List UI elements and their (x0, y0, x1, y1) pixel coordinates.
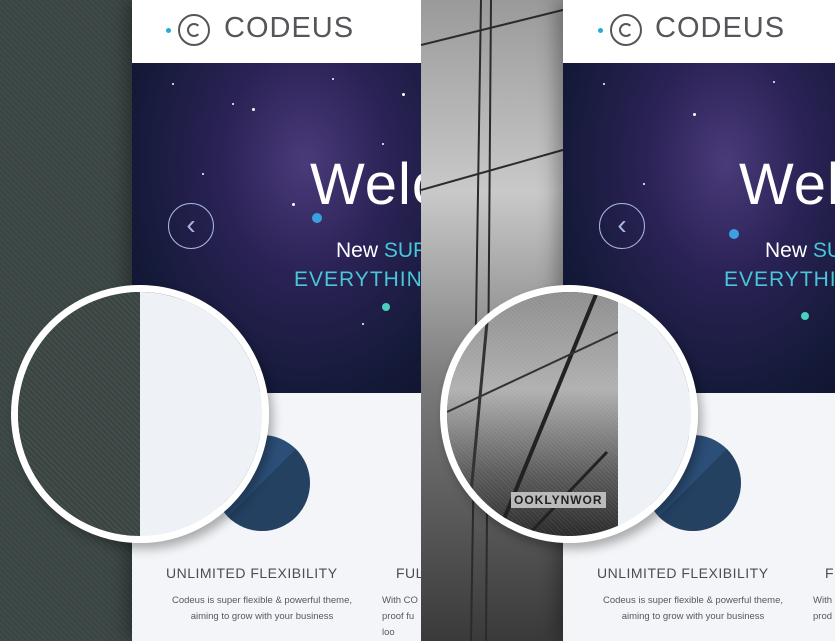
header-bar: CODEUS (563, 0, 835, 63)
hero-subtitle-highlight: SU (812, 239, 835, 262)
magnifier-lens-photo: OOKLYNWOR (440, 285, 698, 543)
slider-prev-arrow[interactable]: ‹ (168, 203, 214, 249)
star (332, 78, 334, 80)
star (362, 323, 364, 325)
hero-subtitle-highlight: SUPER (383, 239, 421, 262)
hero-subtitle-line2: EVERYTHING y (294, 268, 421, 291)
hero-subtitle-plain: New (765, 239, 813, 262)
star (382, 143, 384, 145)
feature-title-partial: FUL (396, 565, 421, 581)
feature-description: Codeus is super flexible & powerful them… (171, 595, 353, 622)
magnified-texture (18, 292, 140, 536)
hero-subtitle-line2: EVERYTHING (724, 268, 835, 291)
magnified-photo: OOKLYNWOR (447, 292, 618, 536)
magnified-page-background (140, 292, 262, 536)
star (252, 108, 255, 111)
hero-welcome-heading: Welc (310, 152, 421, 217)
star (773, 81, 775, 83)
star (402, 93, 405, 96)
star (292, 203, 295, 206)
hero-subtitle-line1: New SU (765, 239, 835, 263)
feature-title: UNLIMITED FLEXIBILITY (597, 565, 769, 581)
slider-prev-arrow[interactable]: ‹ (599, 203, 645, 249)
star (202, 173, 204, 175)
hero-subtitle-plain: New (336, 239, 384, 262)
logo-text: CODEUS (224, 12, 355, 44)
logo-dot (166, 28, 171, 33)
decorative-dot (801, 312, 809, 320)
logo-icon (178, 14, 210, 46)
feature-title: UNLIMITED FLEXIBILITY (166, 565, 338, 581)
magnified-page-background (617, 292, 691, 536)
magnifier-lens-texture (11, 285, 269, 543)
logo-text: CODEUS (655, 12, 786, 44)
sign-text: OOKLYNWOR (511, 492, 606, 508)
decorative-dot (312, 213, 322, 223)
decorative-dot (382, 303, 390, 311)
feature-description: Codeus is super flexible & powerful them… (602, 595, 784, 622)
feature-description-partial: With prod (813, 595, 833, 622)
header-bar: CODEUS (132, 0, 421, 63)
hero-welcome-heading: Welc (739, 152, 835, 217)
feature-description-partial: With CO proof fu loo (382, 595, 418, 638)
star (643, 183, 645, 185)
star (172, 83, 174, 85)
decorative-dot (729, 229, 739, 239)
star (232, 103, 234, 105)
star (603, 83, 605, 85)
star (693, 113, 696, 116)
logo-icon (610, 14, 642, 46)
hero-subtitle-line1: New SUPER (336, 239, 421, 263)
logo-dot (598, 28, 603, 33)
feature-title-partial: F (825, 565, 835, 581)
